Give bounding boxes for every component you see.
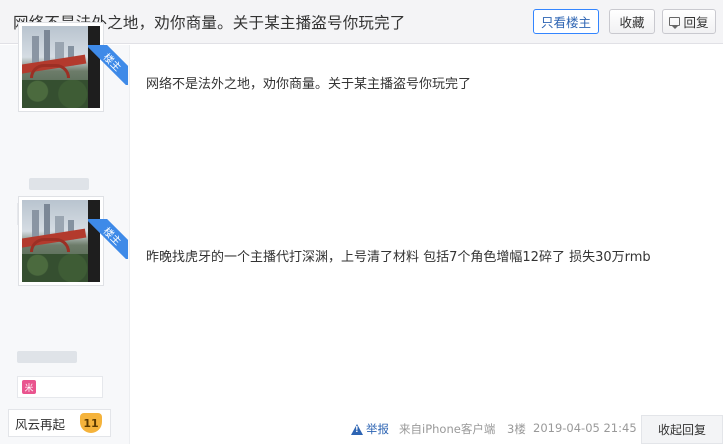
post-footer: 举报 来自iPhone客户端 3楼 2019-04-05 21:45 收起回复 <box>146 415 723 444</box>
fan-title: 风云再起 <box>15 416 66 432</box>
member-badge-row: 米 <box>17 376 103 398</box>
post-content: 昨晚找虎牙的一个主播代打深渊，上号清了材料 包括7个角色增幅12碎了 损失30万… <box>146 250 651 265</box>
member-icon[interactable]: 米 <box>22 380 36 394</box>
report-link[interactable]: 举报 <box>351 421 389 437</box>
warning-icon <box>351 423 363 435</box>
client-source: 来自iPhone客户端 <box>399 422 496 436</box>
level-badge-icon: 11 <box>80 413 102 433</box>
username-blurred[interactable] <box>17 351 77 363</box>
reply-icon <box>669 17 681 29</box>
post-content: 网络不是法外之地，劝你商量。关于某主播盗号你玩完了 <box>146 77 472 92</box>
op-badge: 楼主 <box>88 45 128 85</box>
fan-title-box[interactable]: 风云再起 11 <box>8 409 111 437</box>
only-op-button[interactable]: 只看楼主 <box>533 9 599 34</box>
reply-button[interactable]: 回复 <box>662 9 716 34</box>
report-label: 举报 <box>366 422 389 436</box>
reply-label: 回复 <box>683 15 709 30</box>
op-badge: 楼主 <box>88 219 128 259</box>
post-timestamp: 2019-04-05 21:45 <box>533 421 637 435</box>
collapse-replies-button[interactable]: 收起回复 <box>641 415 723 444</box>
username-blurred[interactable] <box>29 178 89 190</box>
collect-button[interactable]: 收藏 <box>609 9 655 34</box>
thread-header: 网络不是法外之地，劝你商量。关于某主播盗号你玩完了 只看楼主 收藏 回复 <box>0 0 723 44</box>
floor-number: 3楼 <box>507 422 526 436</box>
